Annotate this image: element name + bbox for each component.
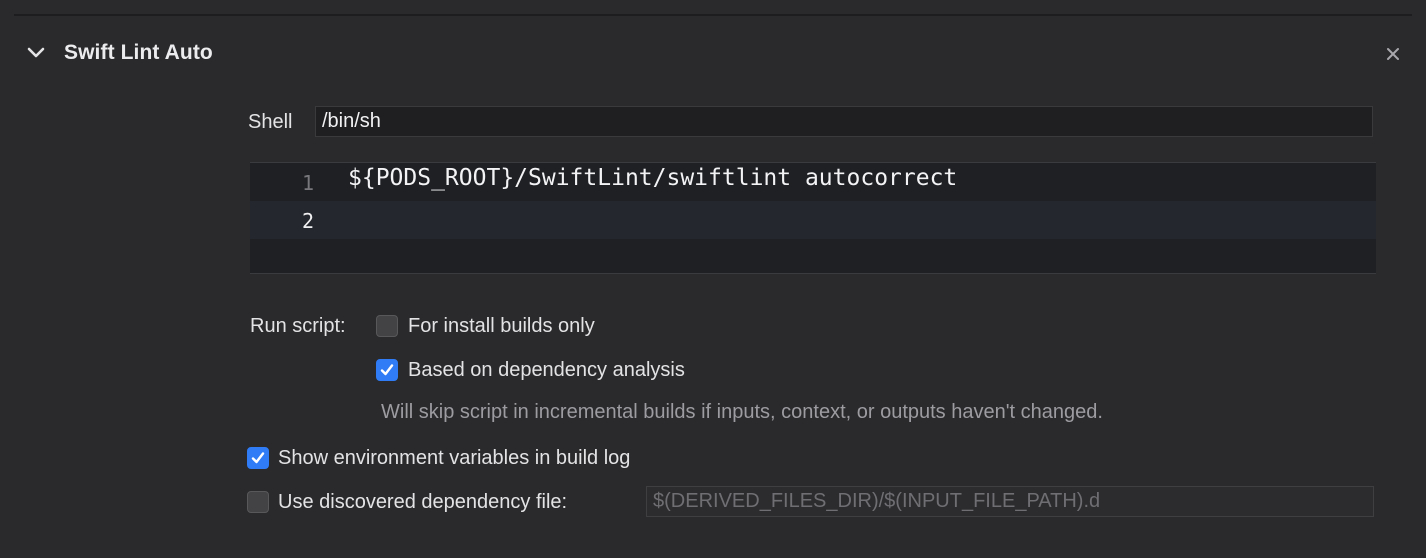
line-number: 1 bbox=[301, 171, 314, 195]
install-builds-only-checkbox[interactable] bbox=[376, 315, 398, 337]
close-icon[interactable] bbox=[1382, 43, 1404, 65]
code-line-current[interactable]: 2 bbox=[250, 201, 1376, 239]
discovered-dependency-label[interactable]: Use discovered dependency file: bbox=[278, 491, 567, 514]
shell-label: Shell bbox=[248, 111, 293, 133]
chevron-down-icon[interactable] bbox=[25, 42, 47, 64]
build-phase-header[interactable]: Swift Lint Auto bbox=[0, 30, 1426, 78]
discovered-dependency-checkbox[interactable] bbox=[247, 491, 269, 513]
dependency-file-input[interactable] bbox=[646, 486, 1374, 517]
line-number: 2 bbox=[301, 209, 314, 233]
code-line[interactable]: 1 ${PODS_ROOT}/SwiftLint/swiftlint autoc… bbox=[250, 163, 1376, 201]
checkmark-icon bbox=[380, 364, 394, 376]
shell-input[interactable] bbox=[315, 106, 1373, 137]
show-env-vars-label[interactable]: Show environment variables in build log bbox=[278, 447, 630, 470]
code-text[interactable]: ${PODS_ROOT}/SwiftLint/swiftlint autocor… bbox=[348, 165, 957, 191]
show-env-vars-checkbox[interactable] bbox=[247, 447, 269, 469]
checkmark-icon bbox=[251, 452, 265, 464]
dependency-analysis-hint: Will skip script in incremental builds i… bbox=[381, 401, 1103, 423]
install-builds-only-label[interactable]: For install builds only bbox=[408, 315, 595, 338]
phase-title[interactable]: Swift Lint Auto bbox=[64, 41, 213, 65]
script-editor[interactable]: 1 ${PODS_ROOT}/SwiftLint/swiftlint autoc… bbox=[250, 162, 1376, 274]
top-divider bbox=[14, 14, 1412, 16]
dependency-analysis-checkbox[interactable] bbox=[376, 359, 398, 381]
run-script-label: Run script: bbox=[250, 315, 346, 337]
dependency-analysis-label[interactable]: Based on dependency analysis bbox=[408, 359, 685, 382]
